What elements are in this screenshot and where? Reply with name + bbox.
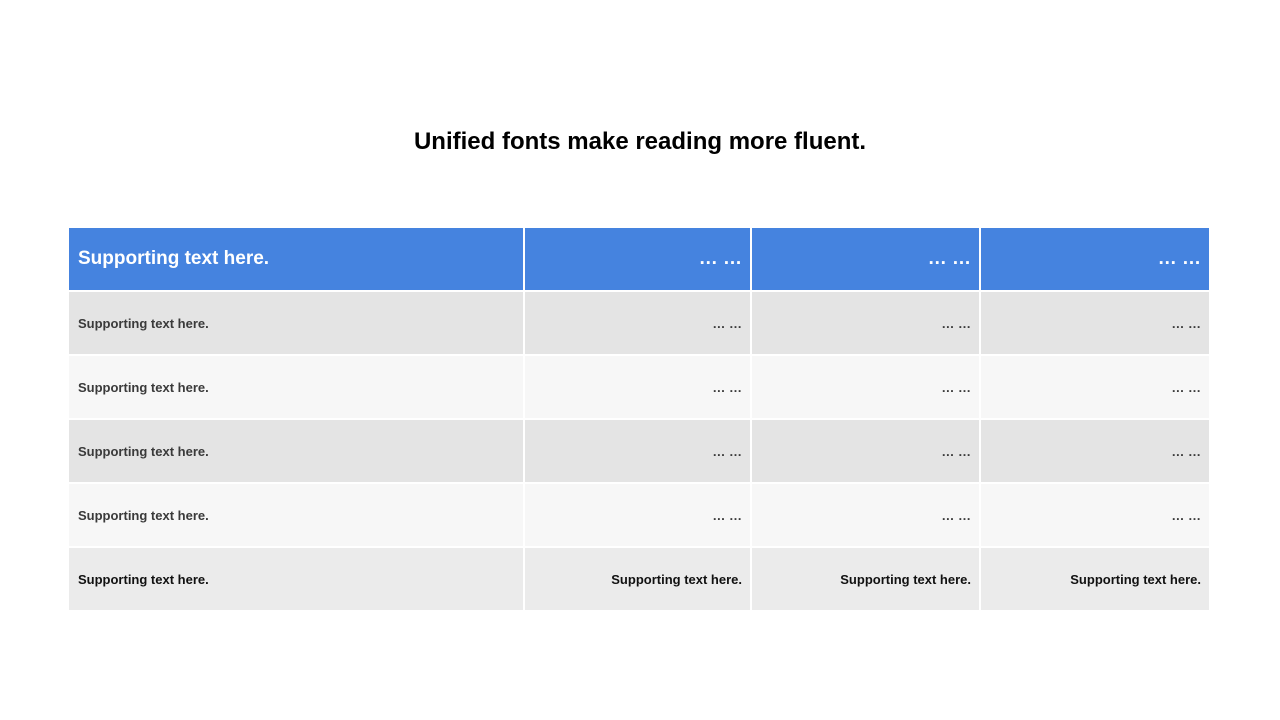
table-cell: Supporting text here.	[69, 356, 525, 420]
slide: Unified fonts make reading more fluent. …	[0, 0, 1280, 720]
table-header-cell: … …	[525, 228, 752, 292]
table-header-cell: … …	[981, 228, 1209, 292]
table-footer-cell: Supporting text here.	[69, 548, 525, 612]
table-cell: … …	[752, 292, 981, 356]
table-cell: … …	[981, 356, 1209, 420]
table-footer-cell: Supporting text here.	[525, 548, 752, 612]
data-table: Supporting text here. … … … … … … Suppor…	[69, 228, 1209, 612]
table-cell: … …	[752, 484, 981, 548]
table-cell: … …	[981, 484, 1209, 548]
table-cell: … …	[981, 420, 1209, 484]
table-cell: … …	[525, 420, 752, 484]
table-cell: Supporting text here.	[69, 420, 525, 484]
table-cell: … …	[752, 420, 981, 484]
table-cell: … …	[752, 356, 981, 420]
table-footer-cell: Supporting text here.	[752, 548, 981, 612]
table-cell: … …	[981, 292, 1209, 356]
table-cell: … …	[525, 484, 752, 548]
table-cell: Supporting text here.	[69, 292, 525, 356]
table-header-cell: Supporting text here.	[69, 228, 525, 292]
table-cell: … …	[525, 356, 752, 420]
table-cell: … …	[525, 292, 752, 356]
table-footer-cell: Supporting text here.	[981, 548, 1209, 612]
table-cell: Supporting text here.	[69, 484, 525, 548]
table-header-cell: … …	[752, 228, 981, 292]
slide-title: Unified fonts make reading more fluent.	[413, 128, 867, 155]
